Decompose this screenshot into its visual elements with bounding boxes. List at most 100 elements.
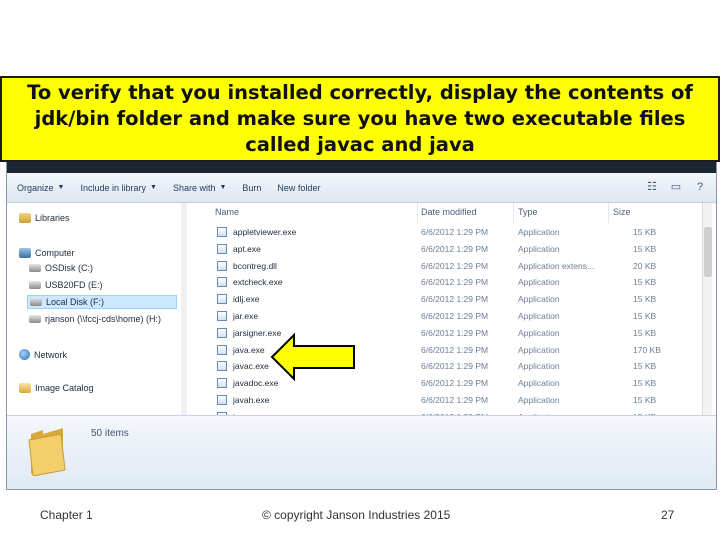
file-name: bcontreg.dll	[233, 260, 277, 271]
file-name: javac.exe	[233, 361, 269, 372]
help-icon[interactable]: ?	[694, 180, 706, 194]
file-name: javah.exe	[233, 395, 270, 405]
include-in-library-button[interactable]: Include in library ▼	[80, 183, 156, 193]
file-list: Name Date modified Type Size appletviewe…	[203, 203, 713, 415]
burn-button[interactable]: Burn	[242, 183, 261, 193]
item-count: 50 items	[91, 428, 129, 439]
file-date: 6/6/2012 1:29 PM	[421, 277, 489, 288]
column-header-date[interactable]: Date modified	[421, 207, 477, 217]
include-in-library-label: Include in library	[80, 182, 146, 193]
nav-item-image-catalog[interactable]: Image Catalog	[19, 383, 94, 393]
file-type: Application extens...	[518, 260, 595, 271]
instruction-callout: To verify that you installed correctly, …	[0, 76, 720, 162]
column-header-type[interactable]: Type	[518, 207, 538, 217]
application-file-icon	[217, 227, 227, 237]
nav-label: Libraries	[35, 213, 70, 223]
application-file-icon	[217, 344, 227, 355]
nav-item-network[interactable]: Network	[19, 349, 67, 360]
chevron-down-icon: ▼	[150, 184, 157, 191]
nav-item-usb20fd[interactable]: USB20FD (E:)	[29, 280, 103, 290]
nav-label: rjanson (\\fccj-cds\home) (H:)	[45, 314, 162, 324]
file-list-scrollbar[interactable]	[702, 203, 712, 415]
file-type: Application	[518, 378, 560, 389]
slide: Organize ▼ Include in library ▼ Share with…	[0, 0, 720, 540]
footer-chapter: Chapter 1	[40, 508, 93, 522]
file-size: 15 KB	[633, 227, 657, 237]
file-name: appletviewer.exe	[233, 227, 297, 237]
file-date: 6/6/2012 1:29 PM	[421, 327, 489, 338]
file-row[interactable]: extcheck.exe 6/6/2012 1:29 PM Application 1…	[203, 275, 703, 292]
file-row[interactable]: bcontreg.dll 6/6/2012 1:29 PM Application …	[203, 259, 703, 276]
file-name: java.exe	[233, 344, 265, 355]
file-row[interactable]: jar.exe 6/6/2012 1:29 PM Application 15 KB	[203, 309, 703, 326]
file-date: 6/6/2012 1:29 PM	[421, 243, 489, 254]
nav-item-libraries[interactable]: Libraries	[19, 213, 70, 223]
view-controls: ☷ ▭ ?	[646, 180, 706, 194]
file-date: 6/6/2012 1:29 PM	[421, 311, 489, 321]
file-type: Application	[518, 227, 560, 237]
details-pane: 50 items	[7, 415, 716, 489]
column-header-size[interactable]: Size	[613, 207, 631, 217]
file-date: 6/6/2012 1:29 PM	[421, 395, 489, 405]
file-size: 15 KB	[633, 277, 657, 288]
image-catalog-icon	[19, 383, 31, 393]
view-options-icon[interactable]: ☷	[646, 180, 658, 194]
file-type: Application	[518, 344, 560, 355]
drive-icon	[30, 298, 42, 306]
nav-item-osdisk[interactable]: OSDisk (C:)	[29, 263, 93, 273]
new-folder-button[interactable]: New folder	[277, 183, 320, 193]
file-date: 6/6/2012 1:29 PM	[421, 361, 489, 372]
column-divider	[417, 203, 418, 223]
file-type: Application	[518, 395, 560, 405]
file-row[interactable]: idlj.exe 6/6/2012 1:29 PM Application 15 KB	[203, 292, 703, 309]
column-header-name[interactable]: Name	[215, 207, 239, 217]
file-row[interactable]: appletviewer.exe 6/6/2012 1:29 PM Applicat…	[203, 225, 703, 242]
file-date: 6/6/2012 1:29 PM	[421, 344, 489, 355]
application-file-icon	[217, 327, 227, 338]
file-size: 15 KB	[633, 294, 657, 305]
file-type: Application	[518, 361, 560, 372]
nav-label: OSDisk (C:)	[45, 263, 93, 273]
nav-label: Network	[34, 349, 68, 360]
column-divider	[608, 203, 609, 223]
file-row[interactable]: apt.exe 6/6/2012 1:29 PM Application 15 KB	[203, 242, 703, 259]
file-type: Application	[518, 243, 560, 254]
nav-scrollbar[interactable]	[181, 203, 187, 415]
drive-icon	[29, 264, 41, 272]
nav-item-network-drive[interactable]: rjanson (\\fccj-cds\home) (H:)	[29, 314, 161, 324]
pointer-arrow-icon	[270, 332, 355, 382]
organize-label: Organize	[17, 182, 54, 193]
file-name: idlj.exe	[233, 294, 260, 305]
file-date: 6/6/2012 1:29 PM	[421, 260, 489, 271]
application-file-icon	[217, 260, 227, 271]
application-file-icon	[217, 243, 227, 254]
nav-item-local-disk[interactable]: Local Disk (F:)	[27, 295, 177, 309]
file-size: 15 KB	[633, 395, 657, 405]
folder-icon	[28, 428, 66, 476]
file-type: Application	[518, 294, 560, 305]
file-name: extcheck.exe	[233, 277, 283, 288]
file-date: 6/6/2012 1:29 PM	[421, 294, 489, 305]
scrollbar-thumb[interactable]	[704, 227, 712, 277]
organize-button[interactable]: Organize ▼	[17, 183, 64, 193]
file-row[interactable]: javah.exe 6/6/2012 1:29 PM Application 15 K…	[203, 393, 703, 410]
file-type: Application	[518, 327, 560, 338]
footer-page-number: 27	[661, 508, 675, 522]
callout-text: To verify that you installed correctly, …	[27, 81, 693, 156]
footer-copyright: © copyright Janson Industries 2015	[262, 508, 451, 522]
drive-icon	[29, 315, 41, 323]
file-name: apt.exe	[233, 243, 261, 254]
share-with-button[interactable]: Share with ▼	[173, 183, 226, 193]
file-size: 170 KB	[633, 344, 661, 355]
preview-pane-icon[interactable]: ▭	[670, 180, 682, 194]
burn-label: Burn	[242, 182, 262, 193]
file-date: 6/6/2012 1:29 PM	[421, 227, 489, 237]
application-file-icon	[217, 277, 227, 288]
column-divider	[513, 203, 514, 223]
share-with-label: Share with	[172, 182, 216, 193]
application-file-icon	[217, 378, 227, 389]
nav-item-computer[interactable]: Computer	[19, 248, 75, 258]
nav-label: USB20FD (E:)	[45, 280, 103, 290]
nav-label: Local Disk (F:)	[46, 297, 105, 307]
file-date: 6/6/2012 1:29 PM	[421, 378, 489, 389]
